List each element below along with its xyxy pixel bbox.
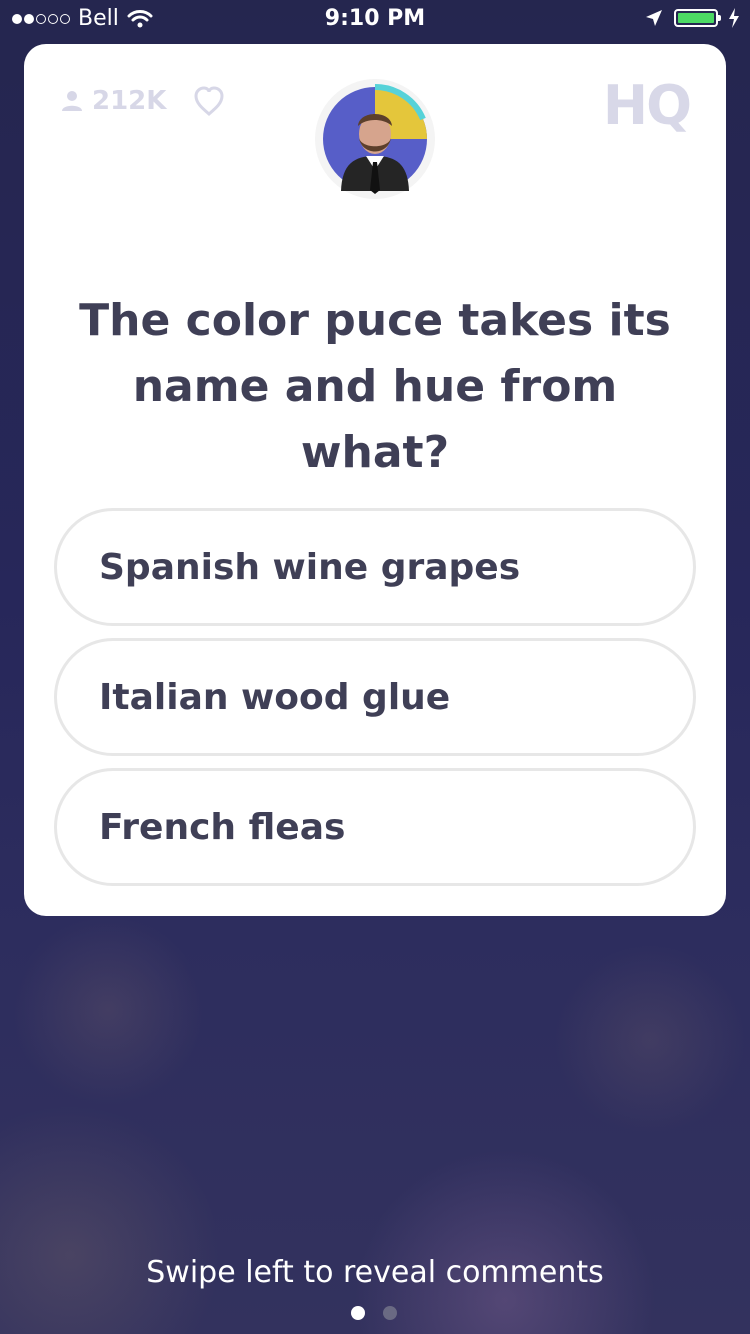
signal-dot (12, 13, 22, 24)
page-indicator[interactable] (351, 1306, 397, 1320)
question-text: The color puce takes its name and hue fr… (79, 295, 671, 478)
status-bar: Bell 9:10 PM (0, 0, 750, 40)
answer-option-2[interactable]: Italian wood glue (54, 638, 696, 756)
battery-icon (674, 9, 721, 27)
wifi-icon (127, 9, 153, 29)
viewer-count: 212K (92, 86, 167, 116)
page-dot-inactive[interactable] (383, 1306, 397, 1320)
location-arrow-icon (644, 8, 664, 28)
signal-dot (24, 13, 34, 24)
host-avatar (314, 78, 436, 200)
question-card: 212K HQ The color puce takes its name an… (24, 44, 726, 916)
charging-bolt-icon (728, 8, 740, 28)
signal-dot (60, 13, 70, 24)
signal-dot (48, 13, 58, 24)
viewer-count-group: 212K (60, 86, 166, 116)
battery-tip (718, 15, 721, 21)
battery-level (678, 13, 714, 23)
answer-option-3[interactable]: French fleas (54, 768, 696, 886)
page-dot-active[interactable] (351, 1306, 365, 1320)
hq-logo: HQ (602, 74, 692, 137)
heart-icon[interactable] (192, 86, 226, 118)
answer-option-1[interactable]: Spanish wine grapes (54, 508, 696, 626)
status-right (644, 8, 740, 28)
viewer-icon (60, 89, 84, 113)
carrier-name: Bell (78, 6, 119, 31)
signal-dots-icon (12, 13, 70, 24)
swipe-hint: Swipe left to reveal comments (146, 1255, 604, 1290)
signal-dot (36, 13, 46, 24)
carrier-group: Bell (12, 6, 153, 31)
status-time: 9:10 PM (324, 6, 426, 31)
